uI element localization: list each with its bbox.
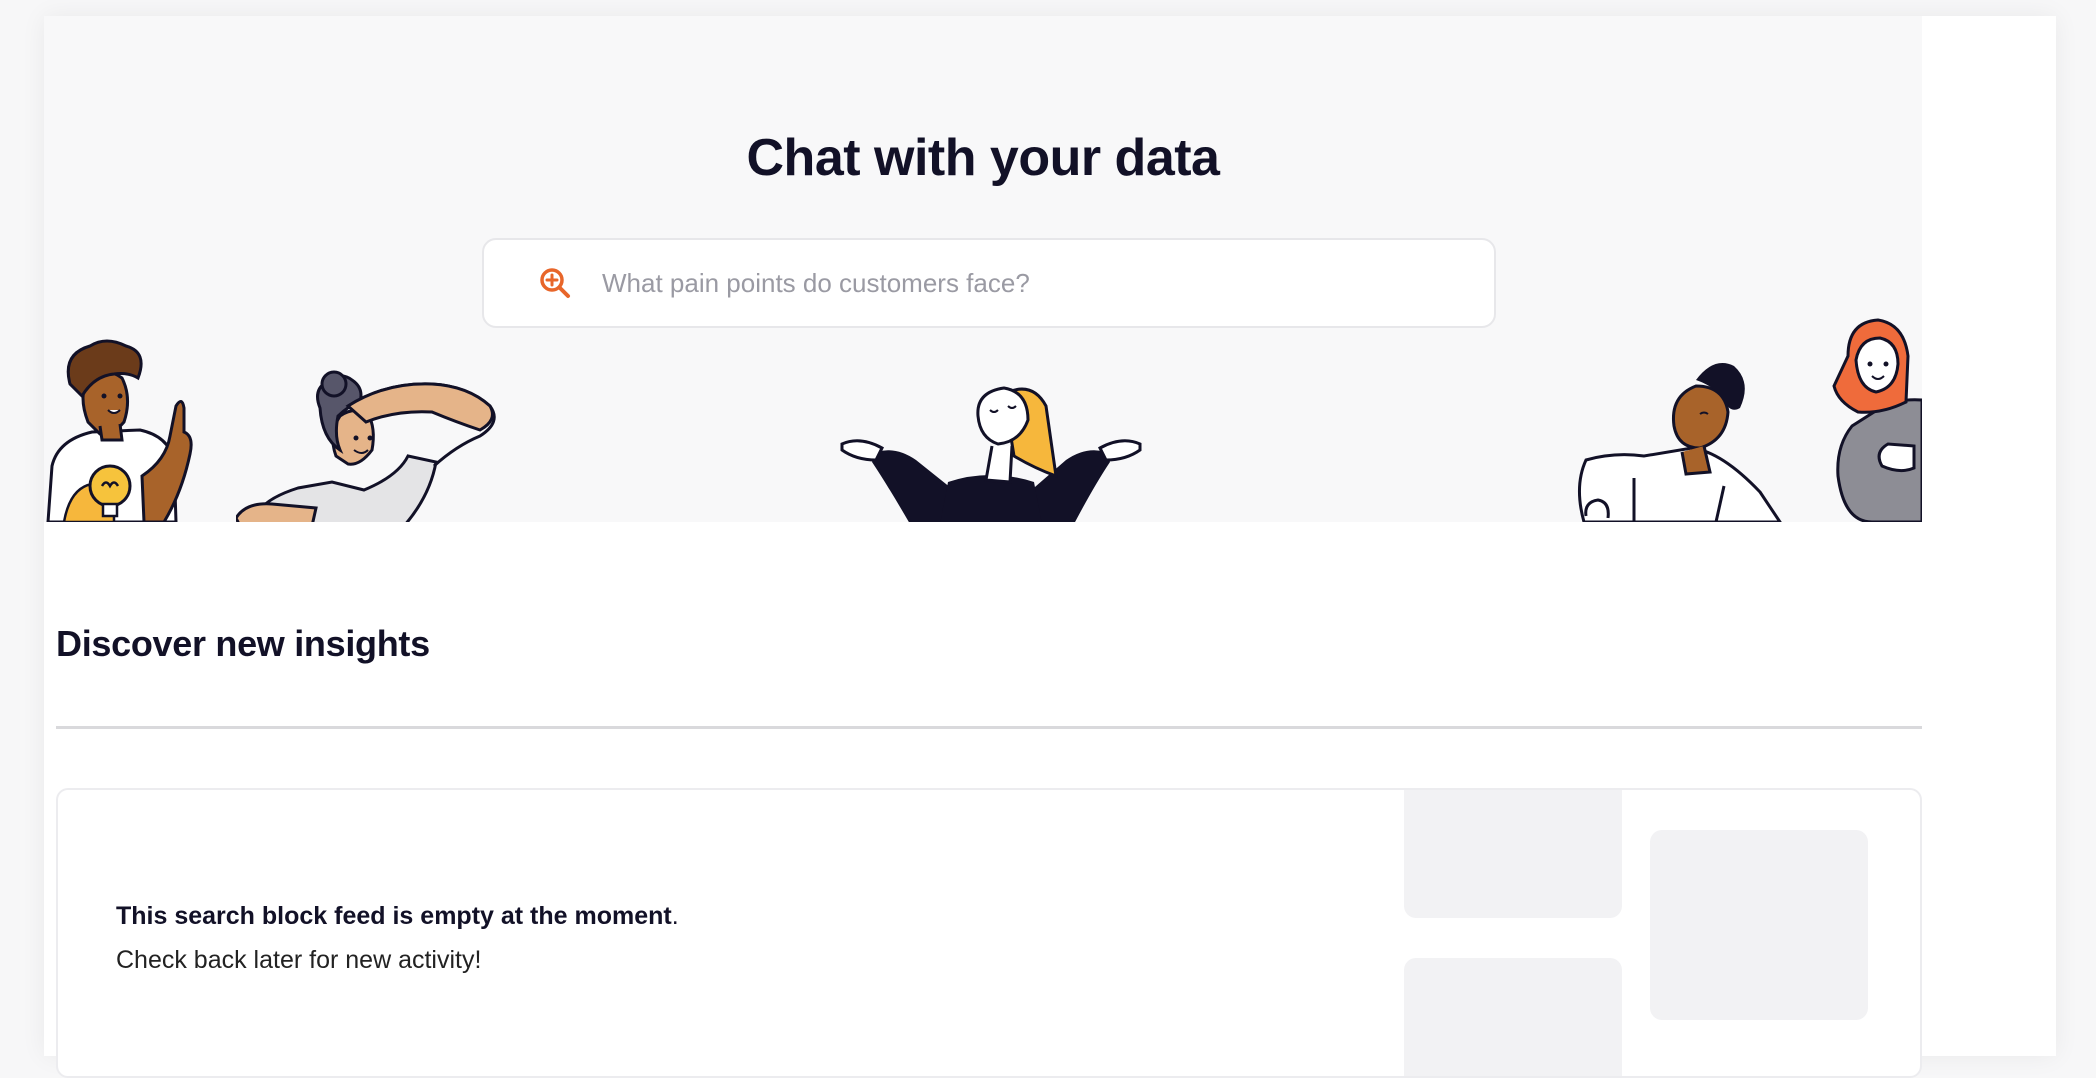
placeholder-tile (1404, 958, 1622, 1076)
zoom-in-magnifier-icon (540, 268, 570, 298)
page-title: Chat with your data (746, 129, 1220, 187)
placeholder-tile (1404, 790, 1622, 918)
placeholder-tile (1650, 830, 1868, 1020)
person-peeking-illustration (1832, 318, 1922, 522)
empty-state-subtitle: Check back later for new activity! (116, 946, 482, 974)
empty-state-title: This search block feed is empty at the m… (116, 902, 679, 930)
person-idea-illustration (46, 339, 193, 522)
person-looking-illustration (236, 370, 496, 522)
section-title: Discover new insights (56, 623, 430, 664)
search-bar[interactable] (482, 238, 1496, 328)
search-input[interactable] (602, 253, 1494, 313)
main-content: Chat with your data What pain points do … (44, 16, 1922, 1078)
divider (56, 726, 1922, 729)
person-looking-up-illustration (1577, 363, 1782, 522)
app-frame: Chat with your data What pain points do … (44, 16, 2056, 1078)
hero-section: Chat with your data (44, 16, 1922, 522)
person-shrugging-illustration (840, 386, 1142, 522)
search-block-feed: This search block feed is empty at the m… (56, 788, 1922, 1078)
